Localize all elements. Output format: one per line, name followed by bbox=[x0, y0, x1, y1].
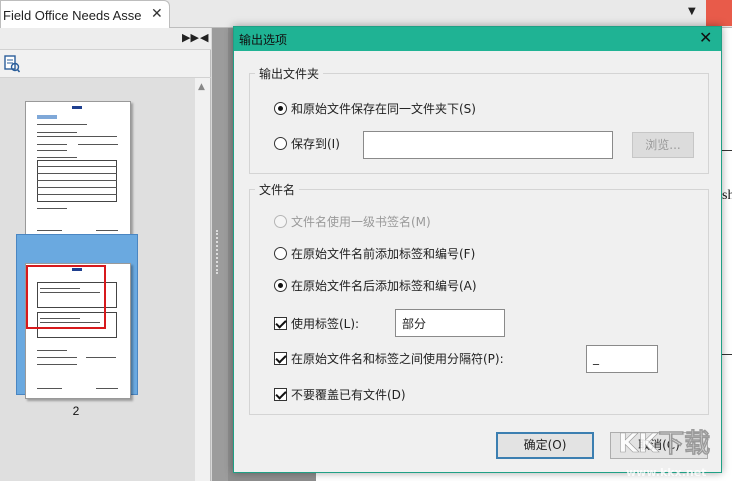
panel-tools bbox=[0, 50, 211, 78]
document-tab[interactable]: Field Office Needs Asse… ✕ bbox=[0, 0, 170, 29]
thumb-line bbox=[86, 357, 116, 358]
separator-checkbox[interactable]: 在原始文件名和标签之间使用分隔符(P): bbox=[274, 349, 504, 367]
suffix-label-radio[interactable]: 在原始文件名后添加标签和编号(A) bbox=[274, 276, 477, 294]
thumb-line bbox=[96, 230, 118, 231]
save-to-radio[interactable]: 保存到(I) bbox=[274, 134, 340, 152]
tab-bar: Field Office Needs Asse… ✕ ▼ bbox=[0, 0, 732, 29]
ok-button[interactable]: 确定(O) bbox=[496, 432, 594, 459]
app-logo bbox=[706, 0, 732, 26]
page-options-icon[interactable] bbox=[4, 55, 20, 73]
thumb-line bbox=[37, 166, 117, 167]
panel-toolbar: ▶▶ ◀ bbox=[0, 28, 211, 50]
save-to-radio-label: 保存到(I) bbox=[291, 136, 340, 151]
thumb-line bbox=[37, 208, 67, 209]
use-label-checkbox[interactable]: 使用标签(L): bbox=[274, 314, 359, 332]
thumb-line bbox=[37, 132, 77, 133]
thumb-line bbox=[37, 230, 62, 231]
splitter-grip[interactable] bbox=[216, 230, 220, 274]
scroll-up-icon[interactable]: ▲ bbox=[198, 82, 205, 92]
thumb-line bbox=[37, 388, 62, 389]
browse-button[interactable]: 浏览... bbox=[632, 132, 694, 158]
no-overwrite-checkbox-label: 不要覆盖已有文件(D) bbox=[291, 387, 406, 402]
same-folder-radio-label: 和原始文件保存在同一文件夹下(S) bbox=[291, 101, 476, 116]
pin-panel-icon[interactable]: ◀ bbox=[200, 31, 208, 44]
save-to-radio-indicator[interactable] bbox=[274, 136, 287, 150]
use-bookmark-name-radio[interactable]: 文件名使用一级书签名(M) bbox=[274, 212, 431, 230]
same-folder-radio-indicator[interactable] bbox=[274, 101, 287, 115]
thumb-logo bbox=[37, 115, 57, 119]
prefix-label-radio-indicator[interactable] bbox=[274, 246, 287, 260]
same-folder-radio[interactable]: 和原始文件保存在同一文件夹下(S) bbox=[274, 99, 476, 117]
panel-splitter[interactable] bbox=[212, 28, 228, 481]
thumb-line bbox=[37, 136, 117, 137]
suffix-label-radio-indicator[interactable] bbox=[274, 278, 287, 292]
use-label-checkbox-indicator[interactable] bbox=[274, 316, 287, 330]
thumb-logo-mark bbox=[72, 106, 82, 109]
page-thumbnail-1[interactable] bbox=[25, 101, 131, 237]
watermark-url-text: www.kkx.net bbox=[626, 466, 706, 479]
file-name-group-title: 文件名 bbox=[255, 181, 300, 198]
tab-list-dropdown-icon[interactable]: ▼ bbox=[688, 6, 696, 17]
output-options-dialog: 输出选项 ✕ 输出文件夹 和原始文件保存在同一文件夹下(S) 保存到(I) 浏览… bbox=[233, 26, 722, 473]
site-watermark: KK下载 www.kkx.net bbox=[618, 429, 711, 479]
thumb-line bbox=[37, 124, 87, 125]
use-bookmark-name-radio-indicator[interactable] bbox=[274, 214, 287, 228]
thumb-line bbox=[37, 144, 67, 145]
page-number-label: 2 bbox=[72, 404, 80, 418]
use-bookmark-name-label: 文件名使用一级书签名(M) bbox=[291, 214, 431, 229]
label-text-input[interactable]: 部分 bbox=[395, 309, 505, 337]
thumb-line bbox=[96, 388, 118, 389]
separator-input[interactable]: _ bbox=[586, 345, 658, 373]
thumb-line bbox=[37, 157, 77, 158]
dialog-titlebar[interactable]: 输出选项 ✕ bbox=[234, 27, 721, 51]
thumb-line bbox=[37, 194, 117, 195]
separator-checkbox-label: 在原始文件名和标签之间使用分隔符(P): bbox=[291, 351, 504, 366]
dialog-title: 输出选项 bbox=[239, 33, 288, 47]
thumb-line bbox=[37, 350, 67, 351]
no-overwrite-checkbox[interactable]: 不要覆盖已有文件(D) bbox=[274, 385, 406, 403]
thumb-line bbox=[37, 173, 117, 174]
thumb-line bbox=[37, 357, 77, 358]
thumb-line bbox=[37, 187, 117, 188]
use-label-checkbox-label: 使用标签(L): bbox=[291, 316, 360, 331]
close-dialog-icon[interactable]: ✕ bbox=[699, 28, 712, 47]
separator-checkbox-indicator[interactable] bbox=[274, 351, 287, 365]
thumb-line bbox=[37, 180, 117, 181]
output-folder-group-title: 输出文件夹 bbox=[255, 65, 324, 82]
collapse-panel-icon[interactable]: ▶▶ bbox=[182, 31, 199, 44]
save-path-input[interactable] bbox=[363, 131, 613, 159]
close-tab-icon[interactable]: ✕ bbox=[151, 6, 163, 22]
thumb-line bbox=[37, 364, 77, 365]
document-tab-title: Field Office Needs Asse… bbox=[3, 8, 143, 23]
no-overwrite-checkbox-indicator[interactable] bbox=[274, 387, 287, 401]
thumb-line bbox=[37, 150, 67, 151]
watermark-logo-text: KK下载 bbox=[618, 429, 710, 459]
prefix-label-radio[interactable]: 在原始文件名前添加标签和编号(F) bbox=[274, 244, 475, 262]
viewport-indicator-box[interactable] bbox=[26, 265, 106, 329]
thumb-line bbox=[78, 144, 118, 145]
prefix-label-radio-label: 在原始文件名前添加标签和编号(F) bbox=[291, 246, 476, 261]
document-text-fragment: sh bbox=[722, 188, 732, 203]
suffix-label-radio-label: 在原始文件名后添加标签和编号(A) bbox=[291, 278, 477, 293]
